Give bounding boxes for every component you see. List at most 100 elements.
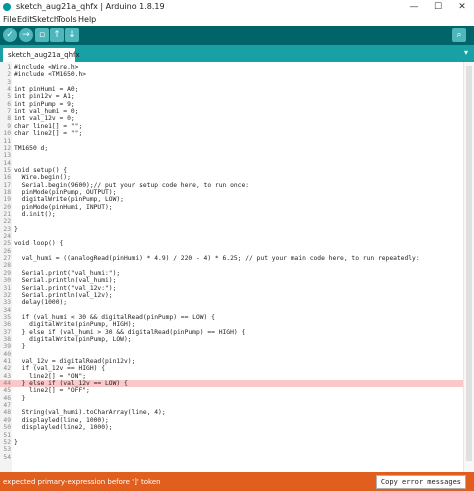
code-line[interactable]: 36 digitalWrite(pinPump, HIGH); [0,321,464,328]
serial-monitor-button[interactable]: ⌕ [452,28,466,42]
line-number: 5 [7,93,11,101]
code-text: #include <TM1650.h> [14,71,87,79]
line-number: 31 [3,284,11,292]
save-button[interactable]: ↓ [65,28,79,42]
code-text: line2[] = "ON"; [14,372,87,380]
line-number: 33 [3,299,11,307]
toolbar: ✓ → ▫ ↑ ↓ ⌕ [0,26,474,45]
code-line[interactable]: 1 #include <Wire.h> [0,64,464,71]
menu-help[interactable]: Help [78,15,96,24]
code-line[interactable]: 41 val_12v = digitalRead(pin12v); [0,358,464,365]
code-text: int pinHumi = A0; [14,86,79,94]
line-number: 10 [3,130,11,138]
verify-button[interactable]: ✓ [3,28,17,42]
menu-bar: File Edit Sketch Tools Help [0,14,474,26]
code-line[interactable]: 51 [0,432,464,439]
code-line[interactable]: 17 Serial.begin(9600);// put your setup … [0,182,464,189]
code-editor[interactable]: 1 #include <Wire.h> 2 #include <TM1650.h> 3 4… [0,62,474,472]
code-text: int val_12v = 0; [14,115,75,123]
code-line[interactable]: 32 Serial.println(val_12v); [0,292,464,299]
code-line[interactable]: 20 pinMode(pinHumi, INPUT); [0,204,464,211]
code-line[interactable]: 22 [0,218,464,225]
line-number: 34 [3,306,11,314]
code-line[interactable]: 7 int val_humi = 0; [0,108,464,115]
code-line[interactable]: 43 line2[] = "ON"; [0,373,464,380]
vertical-scrollbar[interactable] [463,62,474,472]
code-line[interactable]: 14 [0,160,464,167]
code-line[interactable]: 46 } [0,395,464,402]
code-line[interactable]: 21 d.init(); [0,211,464,218]
code-line[interactable]: 15 void setup() { [0,167,464,174]
tab-sketch[interactable]: sketch_aug21a_qhfx [3,48,80,62]
code-line[interactable]: 52} [0,439,464,446]
code-line[interactable]: 8 int val_12v = 0; [0,115,464,122]
menu-edit[interactable]: Edit [17,15,33,24]
code-line[interactable]: 54 [0,454,464,461]
code-text: Wire.begin(); [14,174,71,182]
code-line[interactable]: 33 delay(1000); [0,299,464,306]
code-line[interactable]: 9 char line1[] = ""; [0,123,464,130]
code-line[interactable]: 30 Serial.println(val_humi); [0,277,464,284]
code-line[interactable]: 31 Serial.print("val_12v:"); [0,285,464,292]
line-number: 22 [3,218,11,226]
code-line[interactable]: 42 if (val_12v == HIGH) { [0,365,464,372]
code-text: if (val_humi < 30 && digitalRead(pinPump… [14,313,215,321]
maximize-button[interactable]: ☐ [426,0,450,14]
code-line[interactable]: 3 [0,79,464,86]
code-line[interactable]: 18 pinMode(pinPump, OUTPUT); [0,189,464,196]
code-line[interactable]: 13 [0,152,464,159]
code-line[interactable]: 4 int pinHumi = A0; [0,86,464,93]
code-line[interactable]: 35 if (val_humi < 30 && digitalRead(pinP… [0,314,464,321]
code-line[interactable]: 28 [0,262,464,269]
code-line[interactable]: 12 TM1650 d; [0,145,464,152]
code-line[interactable]: 23} [0,226,464,233]
code-text: #include <Wire.h> [14,64,79,71]
code-line[interactable]: 5 int pin12v = A1; [0,93,464,100]
code-line[interactable]: 10 char line2[] = ""; [0,130,464,137]
code-line[interactable]: 34 [0,307,464,314]
code-line[interactable]: 49 displayled(line, 1000); [0,417,464,424]
minimize-button[interactable]: — [402,0,426,14]
code-line[interactable]: 6 int pinPump = 9; [0,101,464,108]
code-line[interactable]: 48 String(val_humi).toCharArray(line, 4)… [0,409,464,416]
code-text: } else if (val_humi > 30 && digitalRead(… [14,328,246,336]
scrollbar-thumb[interactable] [466,66,472,461]
code-line[interactable]: 39 } [0,343,464,350]
new-button[interactable]: ▫ [35,28,49,42]
code-line[interactable]: 47 [0,402,464,409]
line-number: 4 [7,86,11,94]
menu-tools[interactable]: Tools [57,15,77,24]
code-line[interactable]: 38 digitalWrite(pinPump, LOW); [0,336,464,343]
menu-file[interactable]: File [3,15,16,24]
code-line[interactable]: 19 digitalWrite(pinPump, LOW); [0,196,464,203]
line-number: 41 [3,358,11,365]
open-button[interactable]: ↑ [50,28,64,42]
code-line[interactable]: 53 [0,446,464,453]
tab-menu-icon[interactable]: ▾ [464,48,468,57]
copy-error-button[interactable]: Copy error messages [375,475,466,489]
code-text: digitalWrite(pinPump, LOW); [14,335,132,343]
code-text: digitalWrite(pinPump, LOW); [14,196,124,204]
code-line[interactable]: 16 Wire.begin(); [0,174,464,181]
code-line[interactable]: 24 [0,233,464,240]
upload-button[interactable]: → [19,28,33,42]
code-line[interactable]: 11 [0,138,464,145]
code-line[interactable]: 26 [0,248,464,255]
code-line[interactable]: 2 #include <TM1650.h> [0,71,464,78]
line-number: 46 [3,394,11,402]
line-number: 11 [3,137,11,145]
code-line[interactable]: 37 } else if (val_humi > 30 && digitalRe… [0,329,464,336]
menu-sketch[interactable]: Sketch [32,15,59,24]
code-line[interactable]: 45 line2[] = "OFF"; [0,387,464,394]
code-line[interactable]: 25 void loop() { [0,240,464,247]
close-button[interactable]: ✕ [450,0,474,14]
line-number: 18 [3,188,11,196]
code-text: d.init(); [14,211,56,218]
code-line[interactable]: 27 val_humi = ((analogRead(pinHumi) * 4.… [0,255,464,262]
code-line[interactable]: 44 } else if (val_12v == LOW) { [0,380,464,388]
code-line[interactable]: 50 displayled(line2, 1000); [0,424,464,431]
line-number: 1 [7,64,11,71]
code-line[interactable]: 29 Serial.print("val_humi:"); [0,270,464,277]
code-line[interactable]: 40 [0,351,464,358]
line-number: 3 [7,78,11,86]
